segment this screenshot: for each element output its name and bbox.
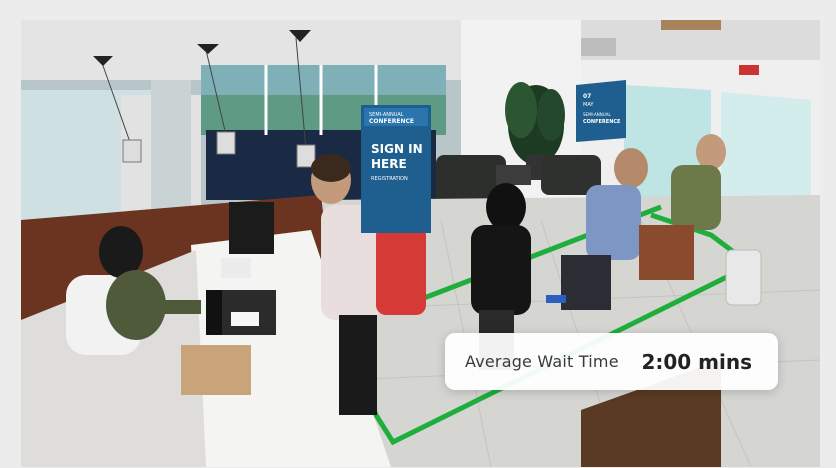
keyboard [206,290,222,335]
pendant-light [122,139,142,163]
banner-heading: CONFERENCE [369,118,414,125]
lobby-scene: 07 MAY SEMI-ANNUAL CONFERENCE SEMI-ANNUA… [21,20,820,467]
lobby-photo: 07 MAY SEMI-ANNUAL CONFERENCE SEMI-ANNUA… [21,20,820,467]
wall-sign-subtitle: SEMI-ANNUAL [583,112,611,117]
wall-sign-title: CONFERENCE [583,119,621,125]
red-backpack [376,225,426,315]
kiosk [725,249,762,306]
wait-time-label: Average Wait Time [465,352,619,371]
exit-sign [739,65,759,75]
banner-main-line2: HERE [371,157,407,171]
cable-tray [181,345,251,395]
wait-time-value: 2:00 mins [641,349,752,374]
wall-sign-month: MAY [583,102,594,108]
banner-main-line1: SIGN IN [371,142,423,156]
wait-time-overlay: Average Wait Time 2:00 mins [445,333,778,390]
banner-sub-line: REGISTRATION [371,176,408,182]
computer-monitor [229,202,274,254]
registration-banner: SEMI-ANNUAL CONFERENCE SIGN IN HERE REGI… [361,105,431,233]
screenshot-frame: 07 MAY SEMI-ANNUAL CONFERENCE SEMI-ANNUA… [0,0,836,468]
wall-sign-date: 07 [583,93,591,100]
wall-sign: 07 MAY SEMI-ANNUAL CONFERENCE [576,80,626,142]
